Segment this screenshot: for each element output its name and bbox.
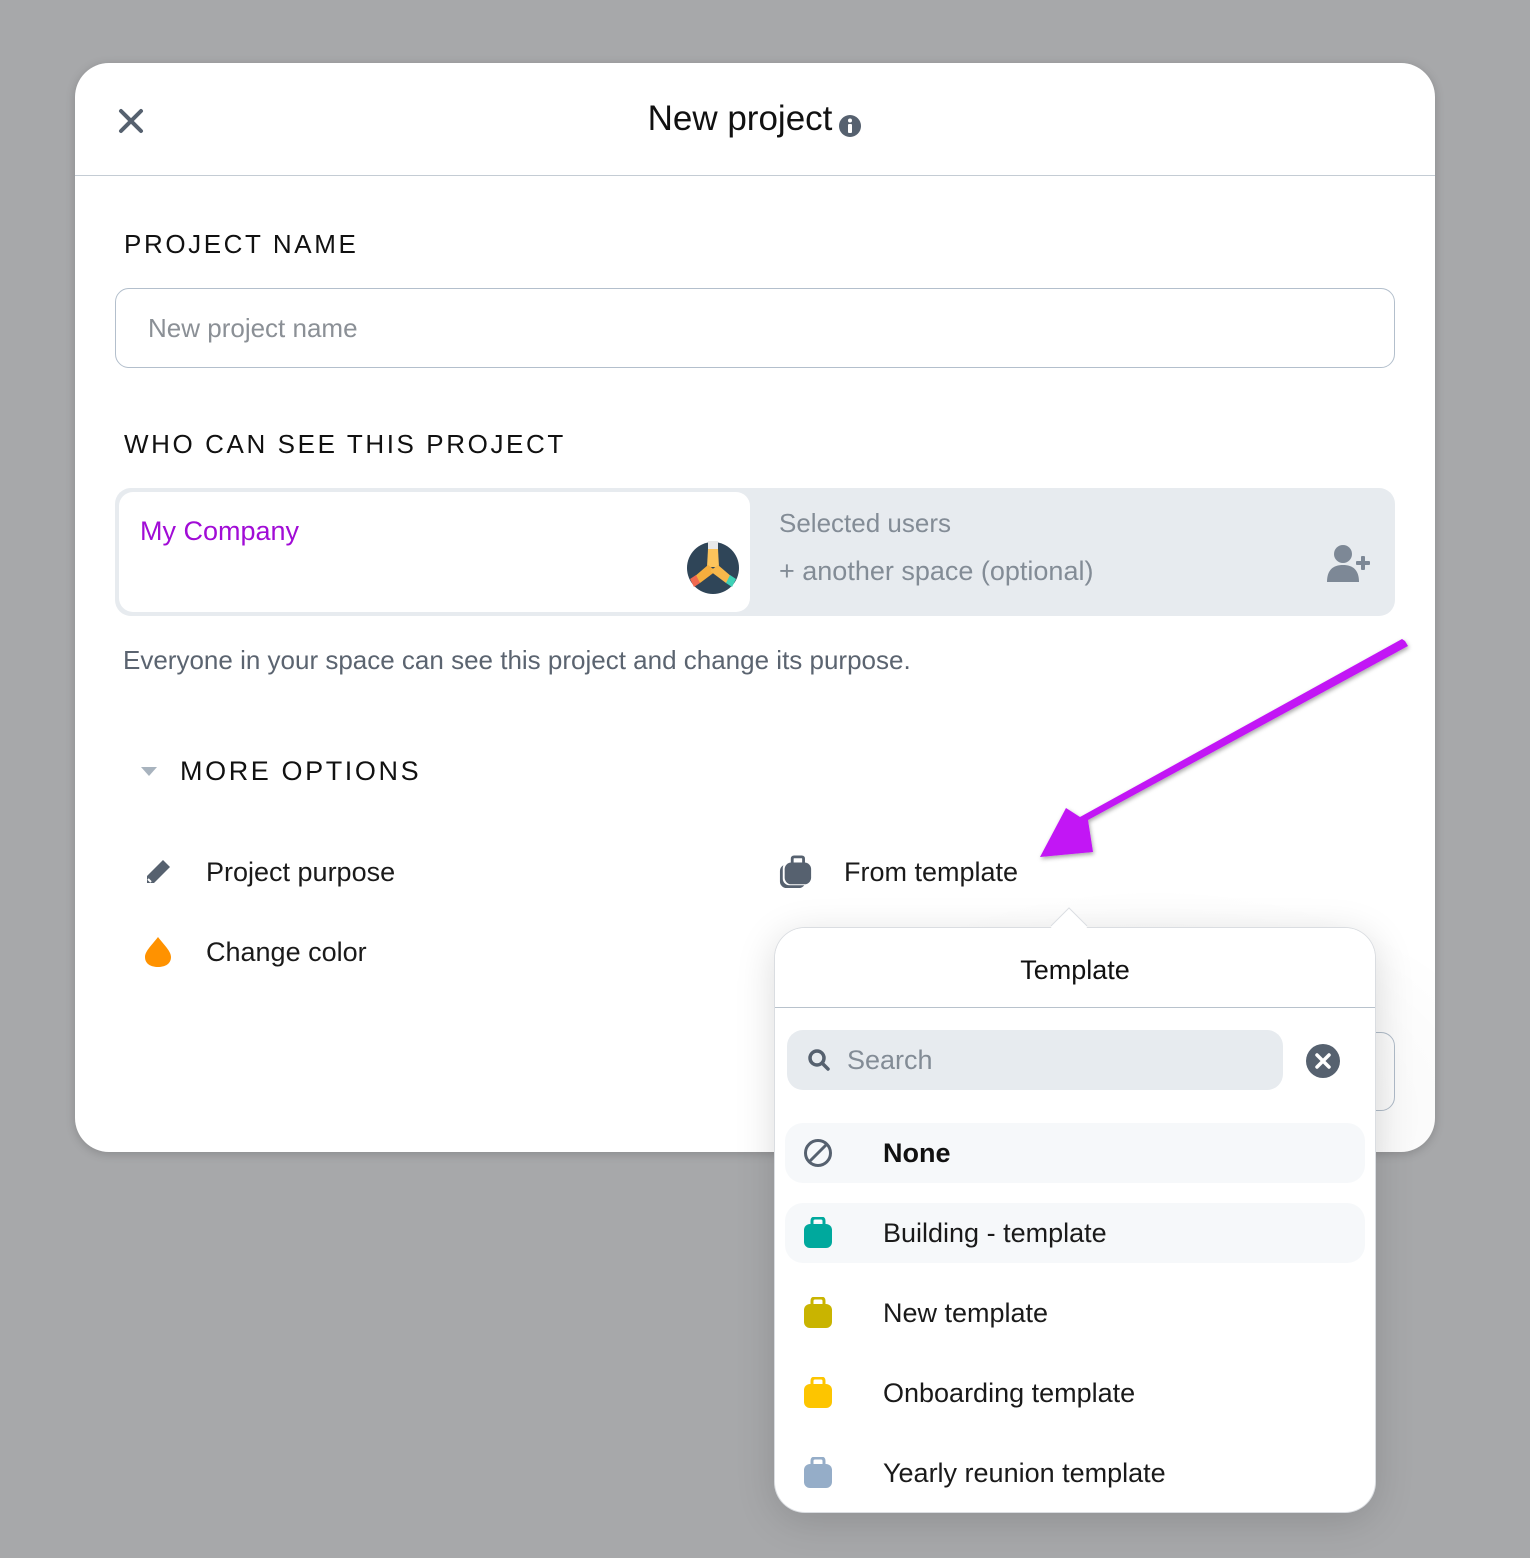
template-item-onboarding[interactable]: Onboarding template [785,1363,1365,1423]
visibility-label: WHO CAN SEE THIS PROJECT [124,429,566,459]
visibility-selector: My Company Selected users + another spac… [115,488,1395,616]
caret-down-icon [141,767,157,776]
add-user-icon[interactable] [1327,544,1373,584]
project-purpose-label: Project purpose [206,856,396,887]
more-options-label: MORE OPTIONS [180,756,422,786]
visibility-option-selected-users[interactable]: Selected users + another space (optional… [779,488,1395,616]
pencil-icon [141,855,175,889]
modal-title: New project [647,99,833,138]
template-item-label: Onboarding template [883,1377,1136,1408]
another-space-label: + another space (optional) [779,556,1094,586]
template-item-label: None [883,1137,951,1168]
info-icon[interactable] [838,107,862,147]
selected-users-label: Selected users [779,508,951,538]
visibility-help-text: Everyone in your space can see this proj… [123,645,911,675]
from-template-label: From template [844,856,1019,887]
company-option-label: My Company [140,516,300,546]
search-icon [807,1048,831,1072]
modal-title-wrap: New project [75,99,1435,147]
briefcase-stack-icon [779,855,813,889]
template-item-label: New template [883,1297,1049,1328]
briefcase-icon [801,1216,835,1250]
modal-header: New project [75,63,1435,176]
ban-icon [801,1136,835,1170]
search-placeholder: Search [847,1044,933,1075]
company-avatar [687,541,739,594]
droplet-icon [141,935,175,969]
from-template-option[interactable]: From template [779,855,1018,889]
template-item-yearly-reunion[interactable]: Yearly reunion template [785,1443,1365,1503]
briefcase-icon [801,1376,835,1410]
template-search-input[interactable]: Search [787,1030,1283,1090]
more-options-toggle[interactable]: MORE OPTIONS [141,756,421,787]
briefcase-icon [801,1456,835,1490]
template-item-new[interactable]: New template [785,1283,1365,1343]
change-color-label: Change color [206,936,367,967]
project-name-label: PROJECT NAME [124,229,359,259]
template-item-none[interactable]: None [785,1123,1365,1183]
change-color-option[interactable]: Change color [141,935,367,969]
template-popover: Template Search None Building - template… [775,908,1375,1512]
project-purpose-option[interactable]: Project purpose [141,855,395,889]
project-name-input[interactable] [115,288,1395,368]
template-item-label: Building - template [883,1217,1107,1248]
briefcase-icon [801,1296,835,1330]
template-popover-title: Template [775,928,1375,1008]
clear-search-icon[interactable] [1305,1043,1341,1079]
template-item-building[interactable]: Building - template [785,1203,1365,1263]
visibility-option-company[interactable]: My Company [119,492,750,612]
template-item-label: Yearly reunion template [883,1457,1166,1488]
